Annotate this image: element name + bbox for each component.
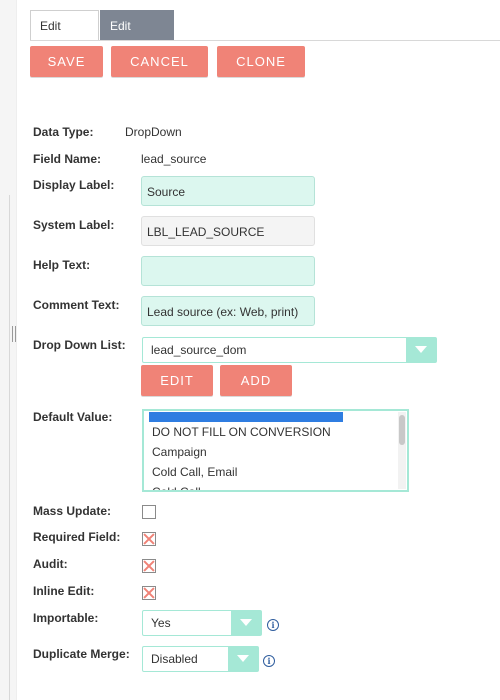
importable-select[interactable]: Yes bbox=[142, 610, 262, 636]
duplicate-merge-select[interactable]: Disabled bbox=[142, 646, 259, 672]
listbox-scrollbar[interactable] bbox=[398, 412, 406, 489]
list-item-selected[interactable] bbox=[149, 412, 343, 422]
chevron-down-icon[interactable] bbox=[228, 647, 258, 671]
display-label-label: Display Label: bbox=[33, 178, 115, 192]
sidebar-resize-handle[interactable] bbox=[12, 326, 16, 342]
clone-button[interactable]: CLONE bbox=[217, 46, 305, 77]
list-item[interactable]: DO NOT FILL ON CONVERSION bbox=[144, 422, 407, 442]
chevron-down-icon[interactable] bbox=[406, 338, 436, 362]
comment-text-label: Comment Text: bbox=[33, 298, 120, 312]
list-item[interactable]: Cold Call, Email bbox=[144, 462, 407, 482]
data-type-value: DropDown bbox=[125, 125, 182, 139]
info-icon[interactable]: i bbox=[267, 619, 279, 631]
list-item[interactable]: Cold Call bbox=[144, 482, 407, 490]
display-label-input[interactable]: Source bbox=[141, 176, 315, 206]
drop-down-list-label: Drop Down List: bbox=[33, 338, 126, 352]
system-label-label: System Label: bbox=[33, 218, 115, 232]
tab-edit-fields[interactable]: Edit Fields bbox=[30, 10, 99, 63]
comment-text-input[interactable]: Lead source (ex: Web, print) bbox=[141, 296, 315, 326]
field-name-label: Field Name: bbox=[33, 152, 102, 166]
audit-checkbox[interactable] bbox=[142, 559, 156, 573]
cancel-button[interactable]: CANCEL bbox=[111, 46, 208, 77]
drop-down-list-select[interactable]: lead_source_dom bbox=[142, 337, 437, 363]
mass-update-label: Mass Update: bbox=[33, 504, 112, 518]
save-button[interactable]: SAVE bbox=[30, 46, 103, 77]
inline-edit-label: Inline Edit: bbox=[33, 584, 95, 598]
importable-value: Yes bbox=[151, 616, 171, 630]
required-field-checkbox[interactable] bbox=[142, 532, 156, 546]
tab-underline bbox=[30, 40, 500, 41]
listbox-scroll-thumb[interactable] bbox=[399, 415, 405, 445]
duplicate-merge-label: Duplicate Merge: bbox=[33, 647, 130, 661]
info-icon[interactable]: i bbox=[263, 655, 275, 667]
list-item[interactable]: Campaign bbox=[144, 442, 407, 462]
data-type-label: Data Type: bbox=[33, 125, 94, 139]
help-text-input[interactable] bbox=[141, 256, 315, 286]
required-field-label: Required Field: bbox=[33, 530, 121, 544]
add-dropdown-button[interactable]: ADD bbox=[220, 365, 292, 396]
audit-label: Audit: bbox=[33, 557, 68, 571]
chevron-down-icon[interactable] bbox=[231, 611, 261, 635]
sidebar-divider bbox=[9, 195, 10, 700]
system-label-field: LBL_LEAD_SOURCE bbox=[141, 216, 315, 246]
edit-dropdown-button[interactable]: EDIT bbox=[141, 365, 213, 396]
default-value-label: Default Value: bbox=[33, 410, 113, 424]
duplicate-merge-value: Disabled bbox=[151, 652, 198, 666]
inline-edit-checkbox[interactable] bbox=[142, 586, 156, 600]
tab-edit-field[interactable]: Edit Field| | bbox=[100, 10, 174, 63]
left-sidebar-edge bbox=[0, 0, 17, 700]
default-value-listbox[interactable]: DO NOT FILL ON CONVERSION Campaign Cold … bbox=[142, 409, 409, 492]
drop-down-list-value: lead_source_dom bbox=[151, 343, 247, 357]
mass-update-checkbox[interactable] bbox=[142, 505, 156, 519]
field-name-value: lead_source bbox=[141, 152, 207, 166]
importable-label: Importable: bbox=[33, 611, 99, 625]
help-text-label: Help Text: bbox=[33, 258, 91, 272]
